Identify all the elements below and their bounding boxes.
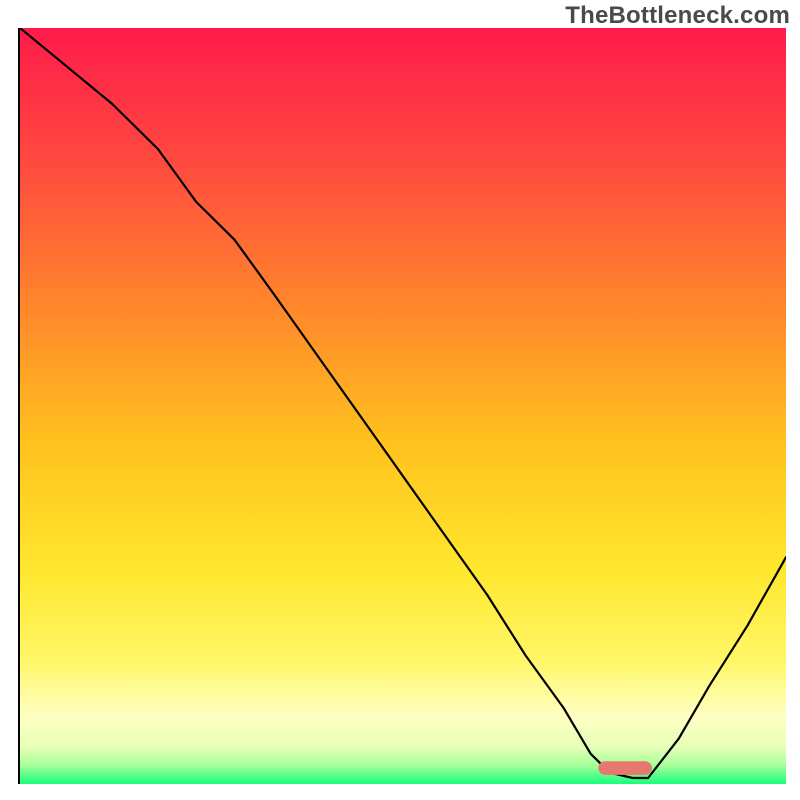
watermark-text: TheBottleneck.com <box>565 2 790 30</box>
plot-axes <box>18 28 784 784</box>
gradient-background <box>20 28 786 784</box>
plot-svg <box>20 28 786 784</box>
chart-frame: TheBottleneck.com <box>0 0 800 800</box>
optimum-marker <box>598 761 652 775</box>
